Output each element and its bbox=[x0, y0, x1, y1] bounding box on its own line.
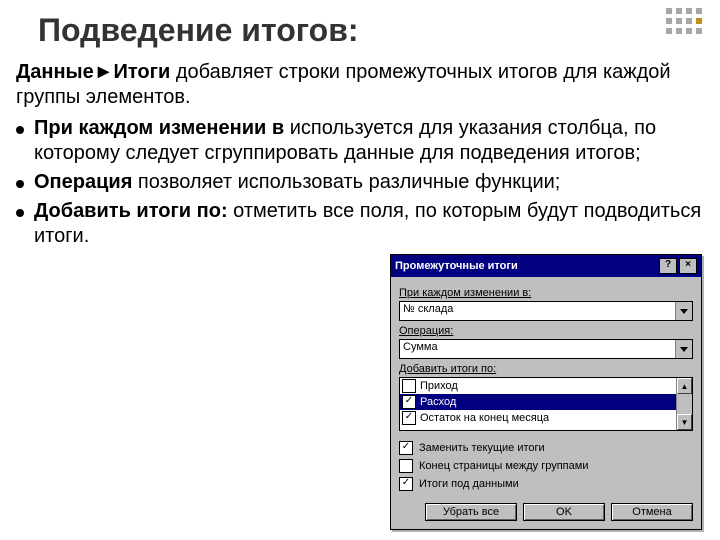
item-text: позволяет использовать различные функции… bbox=[132, 171, 560, 193]
list-item-label: Расход bbox=[420, 396, 456, 408]
scrollbar[interactable]: ▲ ▼ bbox=[676, 378, 692, 430]
option-row[interactable]: Конец страницы между группами bbox=[399, 457, 693, 475]
checkbox-icon[interactable]: ✓ bbox=[399, 441, 413, 455]
bullet-item: При каждом изменении в используется для … bbox=[16, 116, 704, 166]
item-bold: При каждом изменении в bbox=[34, 117, 284, 139]
lead-text: Данные►Итоги добавляет строки промежуточ… bbox=[16, 60, 704, 110]
list-item[interactable]: ✓ Остаток на конец месяца bbox=[400, 410, 692, 426]
corner-decoration bbox=[666, 8, 702, 34]
help-button[interactable]: ? bbox=[659, 258, 677, 274]
option-label: Заменить текущие итоги bbox=[419, 442, 545, 454]
option-row[interactable]: ✓ Заменить текущие итоги bbox=[399, 439, 693, 457]
checkbox-icon[interactable]: ✓ bbox=[399, 477, 413, 491]
options-group: ✓ Заменить текущие итоги Конец страницы … bbox=[399, 439, 693, 493]
dropdown-icon[interactable] bbox=[675, 340, 692, 358]
listbox-fields[interactable]: Приход ✓ Расход ✓ Остаток на конец месяц… bbox=[399, 377, 693, 431]
list-item-label: Остаток на конец месяца bbox=[420, 412, 549, 424]
scroll-track[interactable] bbox=[677, 394, 692, 414]
lead-bold: Данные►Итоги bbox=[16, 61, 170, 83]
remove-all-button[interactable]: Убрать все bbox=[425, 503, 517, 521]
combo-operation[interactable]: Сумма bbox=[399, 339, 693, 359]
bullet-icon bbox=[16, 209, 24, 217]
combo-change-value: № склада bbox=[400, 302, 675, 320]
bullet-item: Добавить итоги по: отметить все поля, по… bbox=[16, 199, 704, 249]
dialog-title: Промежуточные итоги bbox=[395, 260, 657, 272]
slide-title: Подведение итогов: bbox=[38, 12, 359, 49]
checkbox-icon[interactable] bbox=[402, 379, 416, 393]
item-bold: Операция bbox=[34, 171, 132, 193]
dropdown-icon[interactable] bbox=[675, 302, 692, 320]
slide-body: Данные►Итоги добавляет строки промежуточ… bbox=[16, 60, 704, 249]
label-add-totals: Добавить итоги по: bbox=[399, 363, 693, 375]
dialog-body: При каждом изменении в: № склада Операци… bbox=[391, 277, 701, 529]
bullet-icon bbox=[16, 126, 24, 134]
ok-button[interactable]: OK bbox=[523, 503, 605, 521]
option-label: Итоги под данными bbox=[419, 478, 519, 490]
checkbox-icon[interactable] bbox=[399, 459, 413, 473]
item-bold: Добавить итоги по: bbox=[34, 200, 228, 222]
label-change-in: При каждом изменении в: bbox=[399, 287, 693, 299]
checkbox-icon[interactable]: ✓ bbox=[402, 395, 416, 409]
combo-operation-value: Сумма bbox=[400, 340, 675, 358]
slide: Подведение итогов: Данные►Итоги добавляе… bbox=[0, 0, 720, 540]
option-row[interactable]: ✓ Итоги под данными bbox=[399, 475, 693, 493]
list-item[interactable]: Приход bbox=[400, 378, 692, 394]
list-item-label: Приход bbox=[420, 380, 458, 392]
combo-change-in[interactable]: № склада bbox=[399, 301, 693, 321]
list-item[interactable]: ✓ Расход bbox=[400, 394, 692, 410]
checkbox-icon[interactable]: ✓ bbox=[402, 411, 416, 425]
dialog-titlebar: Промежуточные итоги ? × bbox=[391, 255, 701, 277]
subtotals-dialog: Промежуточные итоги ? × При каждом измен… bbox=[390, 254, 702, 530]
dialog-buttons: Убрать все OK Отмена bbox=[399, 503, 693, 521]
bullet-item: Операция позволяет использовать различны… bbox=[16, 170, 704, 195]
cancel-button[interactable]: Отмена bbox=[611, 503, 693, 521]
scroll-up-icon[interactable]: ▲ bbox=[677, 378, 692, 394]
scroll-down-icon[interactable]: ▼ bbox=[677, 414, 692, 430]
label-operation: Операция: bbox=[399, 325, 693, 337]
option-label: Конец страницы между группами bbox=[419, 460, 588, 472]
close-button[interactable]: × bbox=[679, 258, 697, 274]
bullet-icon bbox=[16, 180, 24, 188]
